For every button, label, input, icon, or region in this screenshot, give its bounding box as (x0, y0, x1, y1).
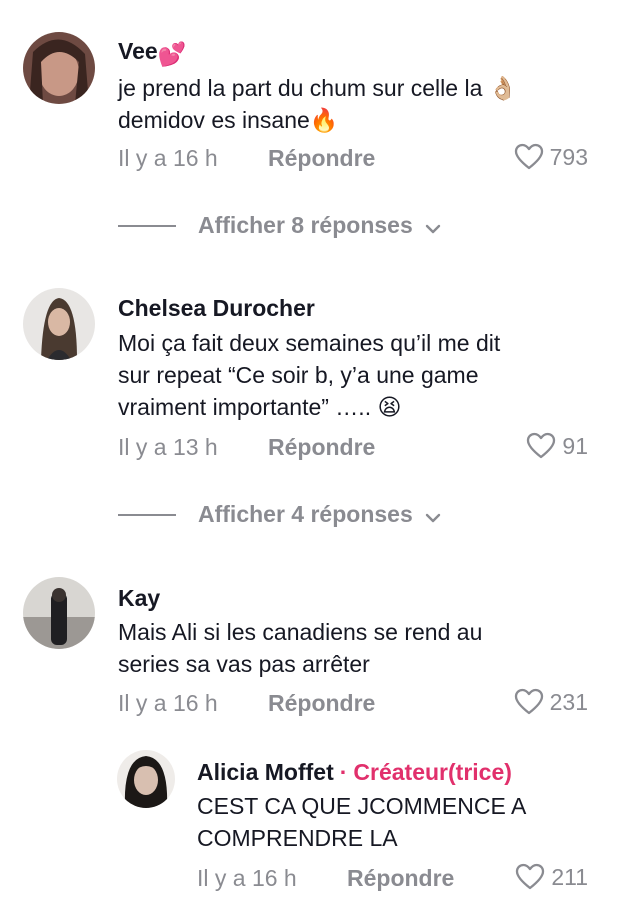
comment-timestamp: Il y a 13 h (118, 434, 218, 460)
avatar[interactable] (23, 32, 95, 104)
avatar-alicia-image (117, 750, 175, 808)
comment-line: sur repeat “Ce soir b, y’a une game (118, 362, 479, 388)
view-replies-button[interactable]: Afficher 4 réponses (118, 501, 441, 528)
creator-badge: Créateur(trice) (353, 759, 512, 785)
like-count: 231 (549, 688, 588, 715)
reply-timestamp: Il y a 16 h (197, 865, 297, 891)
comment-username[interactable]: Chelsea Durocher (118, 295, 315, 322)
avatar-vee-image (23, 32, 95, 104)
comment-item: Kay Mais Ali si les canadiens se rend au… (0, 570, 624, 730)
reply-username-text[interactable]: Alicia Moffet (197, 759, 334, 785)
comment-line: vraiment importante” ….. 😫 (118, 394, 402, 420)
username-text: Vee (118, 38, 158, 64)
view-replies-label: Afficher 8 réponses (198, 212, 413, 238)
comment-text: je prend la part du chum sur celle la 👌🏼… (118, 72, 517, 136)
reply-button[interactable]: Répondre (347, 865, 454, 892)
heart-outline-icon (526, 432, 556, 460)
like-button[interactable]: 91 (526, 432, 588, 460)
like-button[interactable]: 231 (514, 688, 588, 716)
divider (118, 513, 176, 516)
comment-line: demidov es insane🔥 (118, 107, 339, 133)
reply-text: CEST CA QUE JCOMMENCE A COMPRENDRE LA (197, 790, 526, 854)
like-count: 793 (549, 143, 588, 170)
separator-dot: · (339, 759, 348, 785)
like-button[interactable]: 211 (515, 863, 588, 891)
heart-outline-icon (515, 863, 545, 891)
comment-item: Vee💕 je prend la part du chum sur celle … (0, 0, 624, 250)
avatar[interactable] (117, 750, 175, 808)
comment-line: Mais Ali si les canadiens se rend au (118, 619, 483, 645)
view-replies-label: Afficher 4 réponses (198, 501, 413, 527)
avatar-chelsea-image (23, 288, 95, 360)
comment-timestamp: Il y a 16 h (118, 145, 218, 171)
comment-username[interactable]: Vee💕 (118, 38, 186, 68)
reply-username: Alicia Moffet · Créateur(trice) (197, 759, 512, 786)
divider (118, 224, 176, 227)
reply-button[interactable]: Répondre (268, 145, 375, 172)
view-replies-button[interactable]: Afficher 8 réponses (118, 212, 441, 239)
like-button[interactable]: 793 (514, 143, 588, 171)
reply-item: Alicia Moffet · Créateur(trice) CEST CA QU… (0, 748, 624, 908)
avatar-kay-image (23, 577, 95, 649)
comment-line: series sa vas pas arrêter (118, 651, 370, 677)
heart-outline-icon (514, 143, 544, 171)
chevron-down-icon (425, 510, 441, 522)
heart-emoji: 💕 (157, 41, 187, 67)
heart-outline-icon (514, 688, 544, 716)
comment-username[interactable]: Kay (118, 585, 160, 612)
reply-button[interactable]: Répondre (268, 434, 375, 461)
chevron-down-icon (425, 221, 441, 233)
reply-line: COMPRENDRE LA (197, 825, 398, 851)
comment-timestamp: Il y a 16 h (118, 690, 218, 716)
avatar[interactable] (23, 577, 95, 649)
comment-text: Moi ça fait deux semaines qu’il me dit s… (118, 327, 500, 423)
comment-line: je prend la part du chum sur celle la 👌🏼 (118, 75, 518, 101)
like-count: 211 (551, 863, 588, 890)
comment-text: Mais Ali si les canadiens se rend au ser… (118, 616, 482, 680)
like-count: 91 (562, 432, 588, 459)
avatar[interactable] (23, 288, 95, 360)
comment-item: Chelsea Durocher Moi ça fait deux semain… (0, 280, 624, 540)
comment-line: Moi ça fait deux semaines qu’il me dit (118, 330, 501, 356)
reply-button[interactable]: Répondre (268, 690, 375, 717)
reply-line: CEST CA QUE JCOMMENCE A (197, 793, 527, 819)
